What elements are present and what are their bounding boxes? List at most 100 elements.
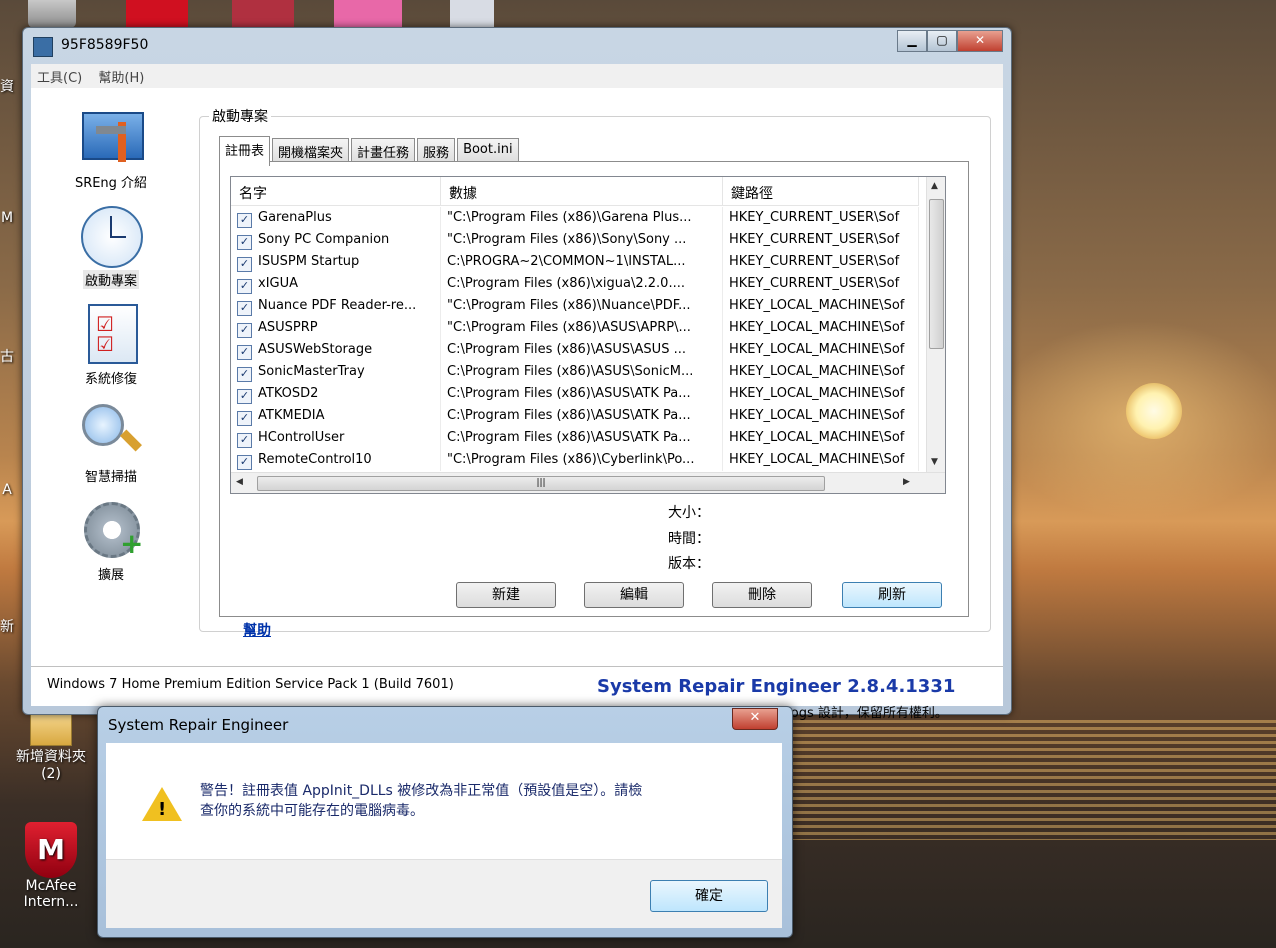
column-header-data[interactable]: 數據 bbox=[441, 177, 723, 205]
row-checkbox[interactable]: ✓ bbox=[237, 323, 252, 338]
help-link[interactable]: 幫助 bbox=[243, 620, 271, 640]
row-checkbox[interactable]: ✓ bbox=[237, 235, 252, 250]
menu-help[interactable]: 幫助(H) bbox=[92, 64, 150, 86]
row-checkbox[interactable]: ✓ bbox=[237, 389, 252, 404]
nav-startup[interactable]: 啟動專案 bbox=[31, 206, 191, 289]
scroll-right-arrow[interactable]: ▶ bbox=[903, 477, 910, 487]
group-title: 啟動專案 bbox=[209, 106, 271, 126]
row-name: Nuance PDF Reader-re... bbox=[258, 298, 417, 313]
table-row[interactable]: ✓ ASUSWebStorage C:\Program Files (x86)\AS… bbox=[231, 339, 919, 361]
row-name-cell: ✓ HControlUser bbox=[231, 427, 441, 449]
row-name: ASUSPRP bbox=[258, 320, 318, 335]
menu-tools[interactable]: 工具(C) bbox=[31, 64, 88, 86]
nav-extend[interactable]: + 擴展 bbox=[31, 500, 191, 583]
row-key-cell: HKEY_CURRENT_USER\Sof bbox=[723, 229, 919, 251]
horizontal-scroll-thumb[interactable]: ||| bbox=[257, 476, 825, 491]
row-name: RemoteControl10 bbox=[258, 452, 372, 467]
vertical-scrollbar[interactable]: ▲ ▼ bbox=[926, 177, 945, 473]
row-data-cell: C:\Program Files (x86)\ASUS\SonicM... bbox=[441, 361, 723, 383]
row-key-cell: HKEY_LOCAL_MACHINE\Sof bbox=[723, 361, 919, 383]
maximize-button[interactable]: ▢ bbox=[927, 30, 957, 52]
tab-registry[interactable]: 註冊表 bbox=[219, 136, 271, 166]
row-checkbox[interactable]: ✓ bbox=[237, 257, 252, 272]
size-label: 大小： bbox=[668, 505, 710, 521]
desktop-folder-label: 新增資料夾 bbox=[16, 749, 86, 765]
table-row[interactable]: ✓ GarenaPlus "C:\Program Files (x86)\Garen… bbox=[231, 207, 919, 229]
table-row[interactable]: ✓ ATKMEDIA C:\Program Files (x86)\ASUS\ATK… bbox=[231, 405, 919, 427]
row-checkbox[interactable]: ✓ bbox=[237, 279, 252, 294]
nav-label: 啟動專案 bbox=[82, 270, 139, 289]
table-row[interactable]: ✓ ISUSPM Startup C:\PROGRA~2\COMMON~1\INST… bbox=[231, 251, 919, 273]
nav-smart-scan[interactable]: 智慧掃描 bbox=[31, 402, 191, 485]
row-checkbox[interactable]: ✓ bbox=[237, 301, 252, 316]
row-checkbox[interactable]: ✓ bbox=[237, 345, 252, 360]
window-title: 95F8589F50 bbox=[61, 37, 149, 53]
dialog-close-button[interactable]: ✕ bbox=[732, 708, 778, 730]
scroll-down-arrow[interactable]: ▼ bbox=[931, 457, 938, 467]
app-icon-red[interactable] bbox=[126, 0, 188, 28]
table-row[interactable]: ✓ xIGUA C:\Program Files (x86)\xigua\2.2.0… bbox=[231, 273, 919, 295]
table-row[interactable]: ✓ RemoteControl10 "C:\Program Files (x86)\… bbox=[231, 449, 919, 471]
close-button[interactable]: ✕ bbox=[957, 30, 1003, 52]
status-separator bbox=[31, 666, 1003, 667]
column-header-name[interactable]: 名字 bbox=[231, 177, 441, 205]
delete-button[interactable]: 刪除 bbox=[712, 582, 812, 608]
row-key-cell: HKEY_LOCAL_MACHINE\Sof bbox=[723, 383, 919, 405]
scroll-left-arrow[interactable]: ◀ bbox=[236, 477, 243, 487]
dialog-footer: 確定 bbox=[106, 859, 782, 928]
row-key-cell: HKEY_CURRENT_USER\Sof bbox=[723, 273, 919, 295]
os-version-text: Windows 7 Home Premium Edition Service P… bbox=[47, 677, 454, 692]
row-checkbox[interactable]: ✓ bbox=[237, 367, 252, 382]
row-name: SonicMasterTray bbox=[258, 364, 365, 379]
scroll-up-arrow[interactable]: ▲ bbox=[931, 181, 938, 191]
app-icon-shield[interactable] bbox=[232, 0, 294, 28]
row-name: xIGUA bbox=[258, 276, 299, 291]
row-checkbox[interactable]: ✓ bbox=[237, 411, 252, 426]
desktop-folder[interactable]: 新增資料夾 (2) bbox=[6, 712, 96, 782]
row-name: HControlUser bbox=[258, 430, 345, 445]
row-name: GarenaPlus bbox=[258, 210, 332, 225]
table-row[interactable]: ✓ HControlUser C:\Program Files (x86)\ASUS… bbox=[231, 427, 919, 449]
table-row[interactable]: ✓ Nuance PDF Reader-re... "C:\Program File… bbox=[231, 295, 919, 317]
nav-system-repair[interactable]: ☑ ☑ 系統修復 bbox=[31, 304, 191, 387]
app-icon-pink[interactable] bbox=[334, 0, 402, 28]
row-name-cell: ✓ ATKOSD2 bbox=[231, 383, 441, 405]
table-row[interactable]: ✓ ASUSPRP "C:\Program Files (x86)\ASUS\APR… bbox=[231, 317, 919, 339]
dialog-body: ! 警告！註冊表值 AppInit_DLLs 被修改為非正常值（預設值是空）。請… bbox=[106, 743, 782, 859]
registry-list[interactable]: 名字 數據 鍵路徑 ✓ GarenaPlus "C:\Program Files (… bbox=[230, 176, 946, 494]
row-name-cell: ✓ GarenaPlus bbox=[231, 207, 441, 229]
gear-plus-icon: + bbox=[80, 500, 143, 560]
recycle-bin-icon[interactable] bbox=[28, 0, 76, 28]
app-icon-bottle[interactable] bbox=[450, 0, 494, 28]
row-name-cell: ✓ xIGUA bbox=[231, 273, 441, 295]
row-data-cell: C:\PROGRA~2\COMMON~1\INSTAL... bbox=[441, 251, 723, 273]
nav-sreng-intro[interactable]: SREng 介紹 bbox=[31, 108, 191, 191]
refresh-button[interactable]: 刷新 bbox=[842, 582, 942, 608]
row-name-cell: ✓ ATKMEDIA bbox=[231, 405, 441, 427]
title-bar[interactable]: 95F8589F50 ▁ ▢ ✕ bbox=[23, 28, 1011, 64]
vertical-scroll-thumb[interactable] bbox=[929, 199, 944, 349]
row-key-cell: HKEY_LOCAL_MACHINE\Sof bbox=[723, 317, 919, 339]
product-name: System Repair Engineer 2.8.4.1331 bbox=[597, 676, 956, 697]
mcafee-shield-icon: M bbox=[25, 822, 77, 878]
minimize-button[interactable]: ▁ bbox=[897, 30, 927, 52]
version-label: 版本： bbox=[668, 556, 710, 572]
ok-button[interactable]: 確定 bbox=[650, 880, 768, 912]
row-checkbox[interactable]: ✓ bbox=[237, 213, 252, 228]
tab-panel: 名字 數據 鍵路徑 ✓ GarenaPlus "C:\Program Files (… bbox=[219, 161, 969, 617]
dialog-message-line-2: 查你的系統中可能存在的電腦病毒。 bbox=[200, 803, 424, 819]
row-name-cell: ✓ ASUSPRP bbox=[231, 317, 441, 339]
table-row[interactable]: ✓ Sony PC Companion "C:\Program Files (x86… bbox=[231, 229, 919, 251]
horizontal-scrollbar[interactable]: ◀ ||| ▶ bbox=[231, 472, 945, 493]
table-row[interactable]: ✓ SonicMasterTray C:\Program Files (x86)\A… bbox=[231, 361, 919, 383]
row-data-cell: C:\Program Files (x86)\ASUS\ATK Pa... bbox=[441, 383, 723, 405]
desktop-mcafee[interactable]: M McAfee Intern... bbox=[6, 822, 96, 910]
row-data-cell: "C:\Program Files (x86)\Sony\Sony ... bbox=[441, 229, 723, 251]
table-row[interactable]: ✓ ATKOSD2 C:\Program Files (x86)\ASUS\ATK … bbox=[231, 383, 919, 405]
edit-button[interactable]: 編輯 bbox=[584, 582, 684, 608]
new-button[interactable]: 新建 bbox=[456, 582, 556, 608]
column-header-key[interactable]: 鍵路徑 bbox=[723, 177, 919, 205]
sea-reflection bbox=[790, 720, 1276, 840]
row-checkbox[interactable]: ✓ bbox=[237, 433, 252, 448]
row-checkbox[interactable]: ✓ bbox=[237, 455, 252, 470]
